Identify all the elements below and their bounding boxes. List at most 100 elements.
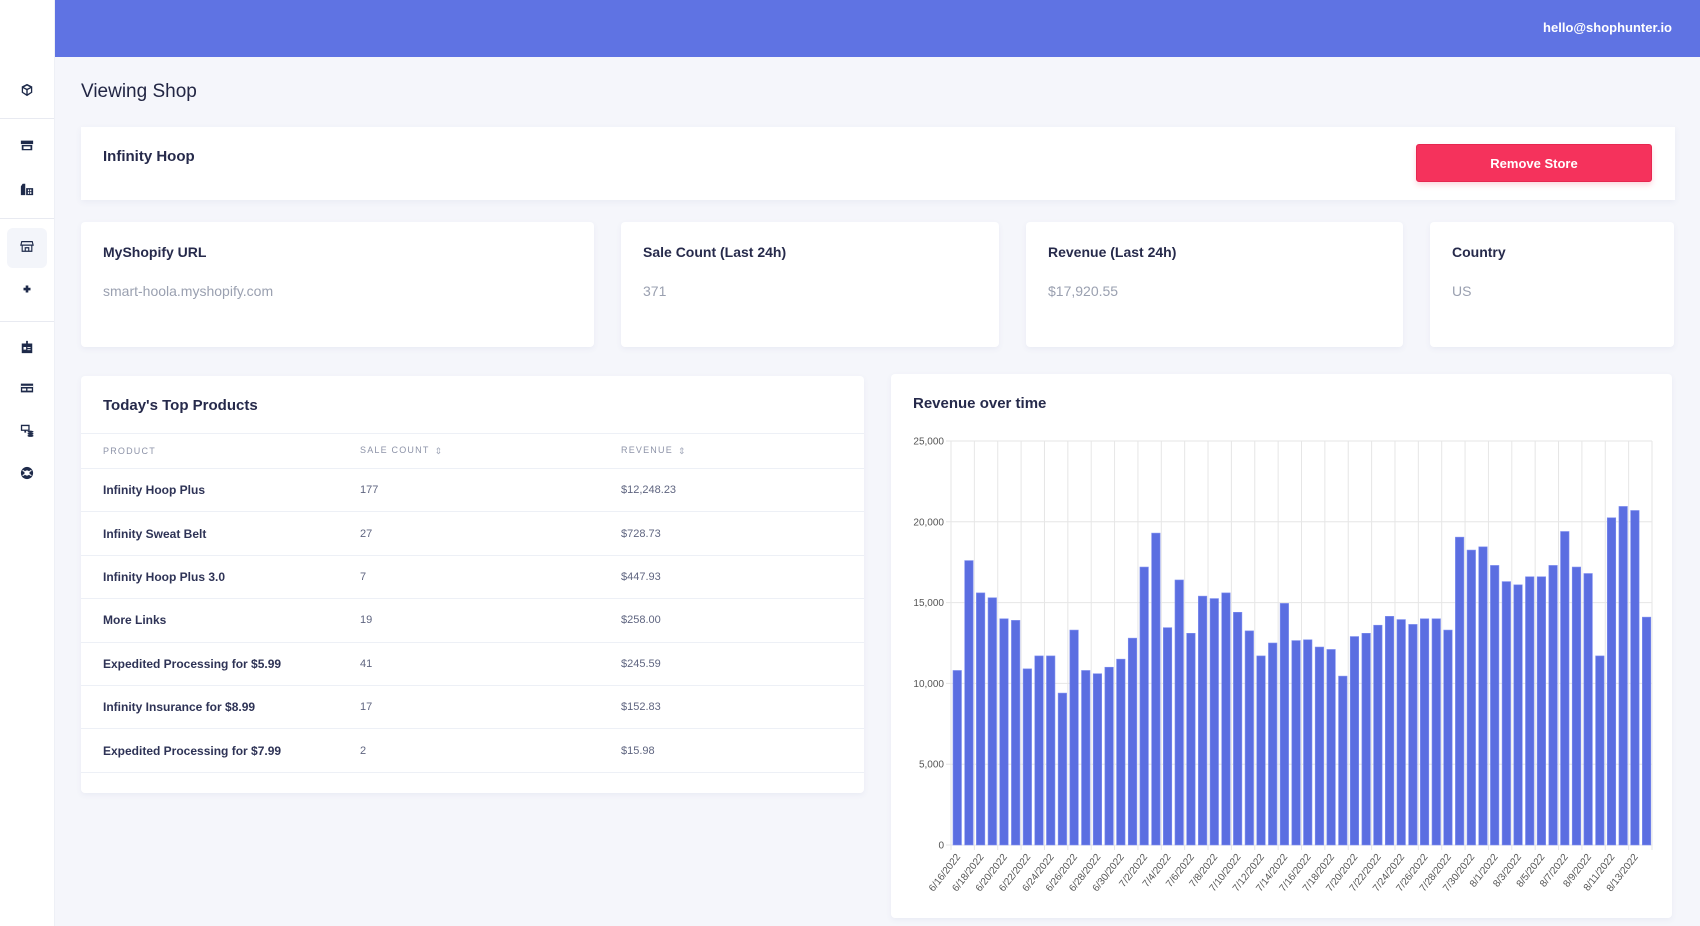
bar[interactable] [1384, 616, 1395, 846]
bar[interactable] [1501, 581, 1511, 846]
stat-value: $17,920.55 [1048, 283, 1119, 299]
bar[interactable] [1548, 565, 1558, 846]
bar[interactable] [964, 560, 974, 846]
bar[interactable] [1560, 531, 1570, 846]
bar[interactable] [1256, 655, 1266, 846]
bar[interactable] [1268, 642, 1278, 846]
bar[interactable] [1571, 566, 1582, 846]
bar[interactable] [1536, 576, 1546, 846]
bar[interactable] [1630, 510, 1640, 846]
bar[interactable] [1408, 624, 1418, 846]
bar[interactable] [1525, 576, 1535, 846]
bar[interactable] [1455, 536, 1465, 846]
table-row: Infinity Hoop Plus 177 $12,248.23 [81, 468, 864, 513]
bar[interactable] [1396, 619, 1406, 846]
sidebar-item-stores[interactable] [7, 127, 47, 167]
sale-count-cell: 41 [360, 642, 621, 686]
store-name: Infinity Hoop [103, 148, 195, 165]
bar[interactable] [1198, 595, 1208, 846]
sidebar-item-billing[interactable] [7, 370, 47, 410]
bar[interactable] [1361, 633, 1371, 846]
remove-store-button[interactable]: Remove Store [1416, 144, 1652, 182]
bar[interactable] [1291, 640, 1301, 846]
bar[interactable] [1443, 629, 1453, 846]
bar[interactable] [1431, 618, 1441, 846]
sidebar-item-account[interactable] [7, 329, 47, 369]
bar[interactable] [1209, 598, 1219, 846]
product-name-cell: Infinity Hoop Plus 3.0 [81, 555, 360, 600]
bar[interactable] [1069, 629, 1079, 846]
bar[interactable] [1373, 624, 1383, 846]
column-header-sale-count[interactable]: SALE COUNT ⇕ [360, 433, 621, 469]
stat-value: smart-hoola.myshopify.com [103, 283, 274, 299]
bar[interactable] [1595, 655, 1605, 846]
bar[interactable] [1151, 532, 1161, 846]
revenue-cell: $152.83 [621, 685, 864, 730]
sidebar-item-add-shop[interactable] [7, 271, 47, 311]
bar[interactable] [1046, 655, 1056, 846]
bar[interactable] [1466, 549, 1476, 846]
stat-card-revenue: Revenue (Last 24h) $17,920.55 [1026, 222, 1403, 347]
server-coins-icon [20, 423, 34, 442]
bar[interactable] [1314, 646, 1324, 846]
bar[interactable] [1022, 668, 1032, 846]
sale-count-cell: 2 [360, 728, 621, 773]
revenue-cell: $245.59 [621, 642, 864, 686]
bar[interactable] [1034, 655, 1044, 846]
bar[interactable] [1642, 616, 1652, 846]
bar[interactable] [1420, 618, 1430, 846]
sidebar-item-products[interactable] [7, 72, 47, 112]
sale-count-cell: 177 [360, 468, 621, 513]
bar[interactable] [1092, 673, 1102, 846]
plus-icon [20, 282, 34, 301]
table-header-row: PRODUCT SALE COUNT ⇕ REVENUE ⇕ [81, 433, 864, 469]
bar[interactable] [952, 670, 962, 846]
bar[interactable] [987, 597, 997, 846]
sort-icon[interactable]: ⇕ [678, 446, 687, 457]
bar[interactable] [1618, 506, 1628, 846]
bar[interactable] [1583, 573, 1593, 846]
bar[interactable] [1116, 658, 1126, 846]
stat-card-sale-count: Sale Count (Last 24h) 371 [621, 222, 999, 347]
sidebar-item-warehouses[interactable] [7, 171, 47, 211]
bar[interactable] [1174, 579, 1184, 846]
bar[interactable] [1139, 566, 1149, 846]
bar[interactable] [1326, 649, 1336, 846]
sort-icon[interactable]: ⇕ [435, 446, 444, 457]
user-email-link[interactable]: hello@shophunter.io [1543, 20, 1672, 35]
bar[interactable] [1478, 546, 1488, 846]
bar[interactable] [1104, 666, 1114, 846]
bar[interactable] [976, 592, 986, 846]
bar[interactable] [1162, 627, 1173, 846]
bar[interactable] [1513, 584, 1523, 846]
y-tick-label: 15,000 [913, 598, 944, 609]
bar[interactable] [1244, 630, 1254, 846]
stat-value: US [1452, 283, 1472, 299]
page-title: Viewing Shop [81, 81, 197, 102]
sidebar-item-view-shop[interactable] [7, 228, 47, 268]
bar[interactable] [1186, 633, 1196, 846]
bar[interactable] [1011, 620, 1021, 846]
sidebar-divider [0, 118, 54, 119]
bar[interactable] [1127, 637, 1138, 846]
sidebar-item-integrations[interactable] [7, 412, 47, 452]
y-tick-label: 5,000 [919, 760, 944, 771]
revenue-cell: $728.73 [621, 511, 864, 556]
sidebar-item-support[interactable] [7, 455, 47, 495]
store-card: Infinity Hoop Remove Store [81, 127, 1675, 200]
bar[interactable] [1606, 517, 1617, 846]
bar[interactable] [1303, 639, 1313, 846]
column-header-revenue[interactable]: REVENUE ⇕ [621, 433, 864, 469]
column-header-product: PRODUCT [81, 433, 360, 469]
bar[interactable] [999, 618, 1009, 846]
bar[interactable] [1349, 636, 1360, 846]
bar[interactable] [1081, 670, 1091, 846]
table-row: Expedited Processing for $5.99 41 $245.59 [81, 642, 864, 686]
revenue-bar-chart: 05,00010,00015,00020,00025,0006/16/20226… [913, 437, 1653, 894]
bar[interactable] [1338, 675, 1348, 846]
bar[interactable] [1279, 603, 1289, 846]
bar[interactable] [1233, 611, 1243, 846]
bar[interactable] [1490, 565, 1500, 846]
bar[interactable] [1057, 692, 1067, 846]
bar[interactable] [1221, 592, 1231, 846]
